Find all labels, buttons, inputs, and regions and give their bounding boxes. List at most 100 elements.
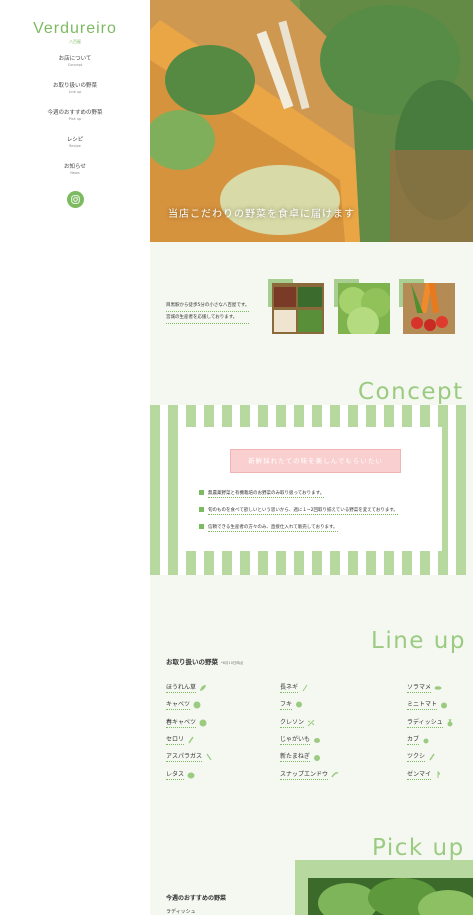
- veg-item: フキ: [280, 699, 303, 710]
- veg-item: 春キャベツ: [166, 717, 207, 728]
- cabbage-icon: [193, 701, 201, 708]
- veg-name: フキ: [280, 701, 293, 710]
- veg-name: セロリ: [166, 736, 185, 745]
- celery-icon: [188, 736, 194, 743]
- logo-text: Verdureiro: [33, 20, 117, 37]
- spring-cabbage-icon: [199, 719, 207, 726]
- vegetable-box-photo: [272, 283, 324, 334]
- veg-name: ほうれん草: [166, 684, 197, 693]
- pickup-title: Pick up: [372, 835, 465, 861]
- intro-photo-1: [268, 279, 326, 334]
- concept-badge-text: 新鮮採れたての味を楽しんでもらいたい: [248, 457, 383, 465]
- veg-item: クレソン: [280, 717, 315, 728]
- concept-item: 信頼できる生産者の方々のみ、直接仕入れて販売しております。: [199, 524, 338, 532]
- nav-sublabel: News: [70, 171, 80, 175]
- intro-line: 目黒駅から徒歩5分の小さな八百屋です。: [166, 300, 250, 312]
- concept-item-text: 旬のものを食べて欲しいという思いから、週に１~2回取り揃えている野菜を変えており…: [208, 508, 398, 515]
- intro-line: 宮城の生産者を応援しております。: [166, 312, 250, 324]
- nav-item-recipe[interactable]: レシピ Recipe: [0, 136, 150, 163]
- veg-name: 長ネギ: [280, 684, 299, 693]
- logo[interactable]: Verdureiro 八百屋: [0, 20, 150, 45]
- lettuce-icon: [187, 772, 195, 778]
- potato-icon: [314, 737, 321, 743]
- veg-name: キャベツ: [166, 701, 191, 710]
- bullet-square-icon: [199, 507, 204, 512]
- lineup-title: Line up: [371, 628, 466, 654]
- veg-item: ほうれん草: [166, 682, 207, 693]
- intro-photo-2: [334, 279, 392, 334]
- lineup-note: *8月10日時点: [221, 661, 244, 665]
- veg-item: スナップエンドウ: [280, 769, 339, 780]
- veg-name: クレソン: [280, 719, 305, 728]
- nav-label: 今週のおすすめの野菜: [47, 110, 103, 116]
- lineup-heading: お取り扱いの野菜 *8月10日時点: [166, 656, 243, 666]
- concept-item: 無農薬野菜と有機栽培のお野菜のみ取り扱っております。: [199, 490, 325, 498]
- veg-item: 新たまねぎ: [280, 751, 321, 762]
- snap-pea-icon: [331, 771, 339, 777]
- veg-item: キャベツ: [166, 699, 201, 710]
- nav-item-news[interactable]: お知らせ News: [0, 163, 150, 190]
- nav-item-pickup[interactable]: 今週のおすすめの野菜 Pick up: [0, 109, 150, 136]
- pickup-photo: [308, 878, 473, 915]
- fern-icon: [437, 770, 440, 778]
- bullet-square-icon: [199, 490, 204, 495]
- veg-item: 長ネギ: [280, 682, 309, 693]
- main-nav: お店について Concept お取り扱いの野菜 Line up 今週のおすすめの…: [0, 55, 150, 190]
- veg-item: ソラマメ: [407, 682, 442, 693]
- asparagus-icon: [206, 753, 212, 760]
- veg-name: ソラマメ: [407, 684, 432, 693]
- horsetail-icon: [429, 753, 435, 760]
- veg-name: 春キャベツ: [166, 719, 197, 728]
- veg-item: セロリ: [166, 734, 195, 745]
- nav-sublabel: Line up: [68, 90, 82, 94]
- tomato-basket-photo: [403, 283, 455, 334]
- logo-subtext: 八百屋: [69, 39, 81, 44]
- instagram-icon: [71, 195, 80, 204]
- veg-name: カブ: [407, 736, 420, 745]
- veg-item: レタス: [166, 769, 195, 780]
- veg-name: ラディッシュ: [407, 719, 443, 728]
- fava-bean-icon: [434, 685, 442, 690]
- lineup-heading-text: お取り扱いの野菜: [166, 658, 218, 666]
- veg-name: ツクシ: [407, 753, 426, 762]
- cherry-tomato-icon: [441, 702, 448, 708]
- pickup-subheading: ラディッシュ: [166, 909, 196, 915]
- watercress-icon: [307, 719, 315, 726]
- spinach-icon: [200, 684, 207, 691]
- hero-tagline: 当店こだわりの野菜を食卓に届けます: [168, 209, 355, 220]
- concept-item-text: 信頼できる生産者の方々のみ、直接仕入れて販売しております。: [208, 525, 338, 532]
- veg-name: じゃがいも: [280, 736, 311, 745]
- nav-item-lineup[interactable]: お取り扱いの野菜 Line up: [0, 82, 150, 109]
- concept-item-text: 無農薬野菜と有機栽培のお野菜のみ取り扱っております。: [208, 491, 325, 498]
- nav-sublabel: Concept: [67, 63, 83, 67]
- veg-name: アスパラガス: [166, 753, 203, 762]
- veg-name: レタス: [166, 771, 185, 780]
- nav-item-concept[interactable]: お店について Concept: [0, 55, 150, 82]
- veg-item: ツクシ: [407, 751, 436, 762]
- radish-icon: [447, 718, 453, 726]
- veg-name: 新たまねぎ: [280, 753, 310, 762]
- veg-name: ゼンマイ: [407, 771, 432, 780]
- lettuce-photo: [338, 283, 390, 334]
- concept-panel: [180, 427, 442, 551]
- veg-item: カブ: [407, 734, 430, 745]
- sidebar: Verdureiro 八百屋 お店について Concept お取り扱いの野菜 L…: [0, 0, 150, 915]
- intro-text: 目黒駅から徒歩5分の小さな八百屋です。 宮城の生産者を応援しております。: [166, 300, 250, 324]
- intro-photo-3: [399, 279, 457, 334]
- nav-label: レシピ: [66, 137, 84, 143]
- concept-item: 旬のものを食べて欲しいという思いから、週に１~2回取り揃えている野菜を変えており…: [199, 507, 398, 515]
- instagram-button[interactable]: [67, 191, 84, 208]
- veg-item: ゼンマイ: [407, 769, 442, 780]
- bullet-square-icon: [199, 524, 204, 529]
- onion-icon: [313, 754, 320, 761]
- pickup-heading: 今週のおすすめの野菜: [166, 895, 227, 902]
- nav-label: お知らせ: [64, 164, 86, 170]
- leek-icon: [302, 684, 308, 691]
- concept-badge: 新鮮採れたての味を楽しんでもらいたい: [230, 449, 401, 473]
- butterbur-icon: [296, 701, 303, 707]
- nav-sublabel: Pick up: [68, 117, 82, 121]
- veg-item: アスパラガス: [166, 751, 213, 762]
- veg-item: じゃがいも: [280, 734, 321, 745]
- nav-label: お店について: [58, 56, 92, 62]
- radish-leaves-photo: [308, 878, 473, 915]
